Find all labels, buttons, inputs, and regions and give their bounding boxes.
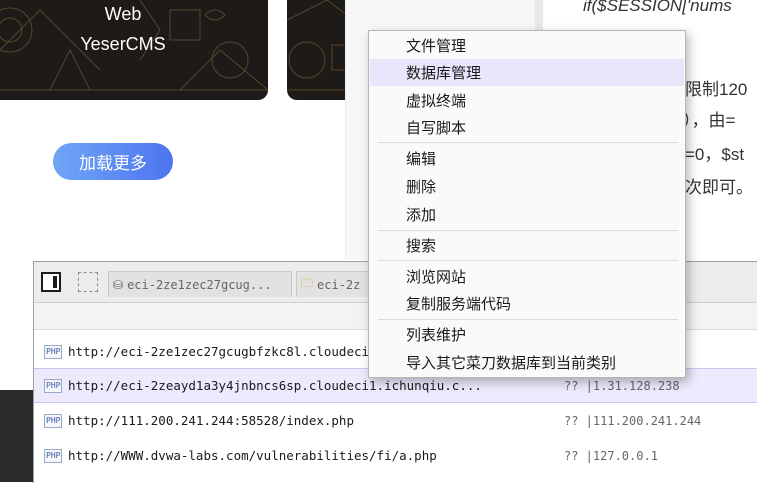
article-text-line: 限制120 bbox=[685, 80, 748, 99]
php-icon: PHP bbox=[44, 448, 63, 463]
article-code-line: if($SESSION['nums bbox=[583, 0, 732, 15]
tab-database[interactable]: ⛁ eci-2ze1zec27gcug... bbox=[108, 271, 292, 297]
row-ip: ?? |1.31.128.238 bbox=[564, 378, 680, 393]
table-row[interactable]: PHP http://WWW.dvwa-labs.com/vulnerabili… bbox=[34, 438, 757, 473]
table-row[interactable]: PHP http://111.200.241.244:58528/index.p… bbox=[34, 403, 757, 438]
menu-item-virtual-terminal[interactable]: 虚拟终端 bbox=[370, 87, 684, 114]
load-more-button[interactable]: 加载更多 bbox=[53, 143, 173, 180]
menu-item-copy-server-code[interactable]: 复制服务端代码 bbox=[370, 290, 684, 317]
php-icon: PHP bbox=[44, 413, 63, 428]
layout-icon[interactable] bbox=[78, 272, 98, 292]
database-icon: ⛁ bbox=[113, 277, 124, 292]
menu-item-search[interactable]: 搜索 bbox=[370, 232, 684, 259]
tab-label: eci-2ze1zec27gcug... bbox=[127, 277, 272, 292]
row-url: http://eci-2zeayd1a3y4jnbncs6sp.cloudeci… bbox=[68, 378, 482, 393]
menu-item-custom-script[interactable]: 自写脚本 bbox=[370, 114, 684, 141]
folder-icon: 🗀 bbox=[301, 276, 314, 290]
menu-item-list-maintenance[interactable]: 列表维护 bbox=[370, 321, 684, 348]
row-url: http://eci-2ze1zec27gcugbfzkc8l.cloudeci bbox=[68, 344, 370, 359]
menu-separator bbox=[378, 230, 678, 231]
tab-label: eci-2z bbox=[317, 277, 361, 292]
row-ip: ?? |127.0.0.1 bbox=[564, 448, 658, 463]
php-icon: PHP bbox=[44, 378, 63, 393]
card-title-web: Web bbox=[104, 4, 142, 24]
menu-item-delete[interactable]: 删除 bbox=[370, 173, 684, 200]
menu-item-edit[interactable]: 编辑 bbox=[370, 145, 684, 172]
panel-toggle-icon[interactable] bbox=[41, 272, 61, 292]
menu-item-browse-site[interactable]: 浏览网站 bbox=[370, 263, 684, 290]
tab-files[interactable]: 🗀 eci-2z bbox=[296, 271, 376, 297]
card-title-cms: YeserCMS bbox=[80, 34, 166, 54]
course-card-web[interactable]: Web YeserCMS bbox=[0, 0, 268, 100]
row-ip: ?? |111.200.241.244 bbox=[564, 413, 702, 428]
menu-item-file-manager[interactable]: 文件管理 bbox=[370, 32, 684, 59]
row-url: http://WWW.dvwa-labs.com/vulnerabilities… bbox=[68, 448, 437, 463]
context-menu: 文件管理 数据库管理 虚拟终端 自写脚本 编辑 删除 添加 搜索 浏览网站 复制… bbox=[368, 30, 686, 378]
article-text-line: 次即可。 bbox=[685, 178, 753, 197]
menu-separator bbox=[378, 142, 678, 143]
menu-item-import-database[interactable]: 导入其它菜刀数据库到当前类别 bbox=[370, 349, 684, 376]
php-icon: PHP bbox=[44, 344, 63, 359]
article-text-line: ），由= bbox=[683, 111, 736, 130]
menu-item-database-manager[interactable]: 数据库管理 bbox=[370, 59, 684, 86]
row-url: http://111.200.241.244:58528/index.php bbox=[68, 413, 354, 428]
menu-item-add[interactable]: 添加 bbox=[370, 201, 684, 228]
menu-separator bbox=[378, 319, 678, 320]
article-text-line: =0，$st bbox=[685, 145, 745, 164]
dark-sidebar-edge bbox=[0, 390, 36, 482]
menu-separator bbox=[378, 260, 678, 261]
